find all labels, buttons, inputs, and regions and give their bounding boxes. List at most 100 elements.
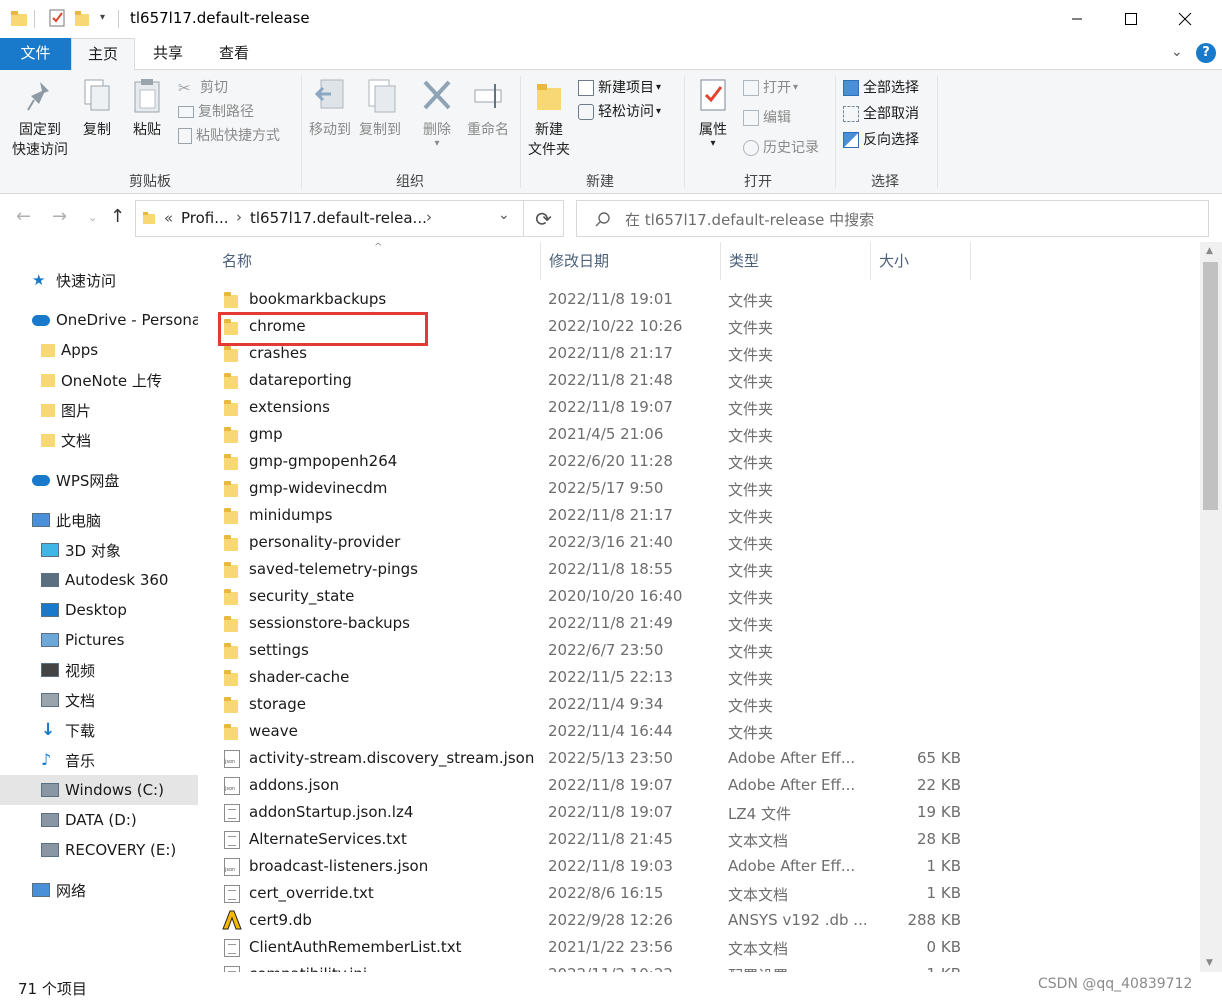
new-folder-button[interactable]: 新建 文件夹: [524, 78, 574, 160]
new-folder-quick-icon[interactable]: [74, 8, 92, 28]
back-arrow-icon[interactable]: ←: [16, 206, 31, 227]
properties-button[interactable]: 属性 ▾: [690, 78, 736, 149]
rename-button[interactable]: 重命名: [462, 78, 514, 140]
breadcrumb-overflow[interactable]: «: [164, 209, 173, 227]
file-row[interactable]: AlternateServices.txt 2022/11/8 21:45 文本文档…: [198, 826, 1200, 853]
breadcrumb-separator-icon[interactable]: ›: [426, 208, 432, 226]
file-row[interactable]: gmp 2021/4/5 21:06 文件夹: [198, 421, 1200, 448]
nav-item[interactable]: OneNote 上传: [0, 365, 198, 395]
file-row[interactable]: datareporting 2022/11/8 21:48 文件夹: [198, 367, 1200, 394]
nav-item[interactable]: ↓ 下载: [0, 715, 198, 745]
select-all-button[interactable]: 全部选择: [843, 76, 935, 100]
easy-access-button[interactable]: 轻松访问 ▾: [578, 100, 688, 124]
paste-button[interactable]: 粘贴: [124, 78, 170, 140]
move-to-button[interactable]: 移动到: [306, 78, 354, 140]
nav-item[interactable]: 此电脑: [0, 505, 198, 535]
file-row[interactable]: minidumps 2022/11/8 21:17 文件夹: [198, 502, 1200, 529]
nav-item[interactable]: 文档: [0, 685, 198, 715]
file-row[interactable]: broadcast-listeners.json 2022/11/8 19:03 A…: [198, 853, 1200, 880]
column-header-size[interactable]: 大小: [871, 242, 971, 280]
nav-item[interactable]: Desktop: [0, 595, 198, 625]
file-row[interactable]: security_state 2020/10/20 16:40 文件夹: [198, 583, 1200, 610]
nav-item[interactable]: 视频: [0, 655, 198, 685]
file-row[interactable]: settings 2022/6/7 23:50 文件夹: [198, 637, 1200, 664]
nav-item[interactable]: ★ 快速访问: [0, 265, 198, 295]
help-icon[interactable]: ?: [1196, 43, 1216, 63]
refresh-button[interactable]: ⟳: [524, 200, 564, 237]
file-row[interactable]: sessionstore-backups 2022/11/8 21:49 文件夹: [198, 610, 1200, 637]
scroll-up-icon[interactable]: ▲: [1206, 246, 1213, 256]
invert-selection-button[interactable]: 反向选择: [843, 128, 935, 152]
tab-home[interactable]: 主页: [71, 38, 135, 71]
file-row[interactable]: shader-cache 2022/11/5 22:13 文件夹: [198, 664, 1200, 691]
folder-icon: [41, 343, 55, 357]
column-header-name[interactable]: 名称: [214, 242, 541, 280]
file-row[interactable]: addons.json 2022/11/8 19:07 Adobe After Ef…: [198, 772, 1200, 799]
file-row[interactable]: extensions 2022/11/8 19:07 文件夹: [198, 394, 1200, 421]
breadcrumb-current[interactable]: tl657l17.default-relea...: [250, 209, 427, 227]
file-row[interactable]: cert9.db 2022/9/28 12:26 ANSYS v192 .db ..…: [198, 907, 1200, 934]
address-bar[interactable]: « Profi... › tl657l17.default-relea... ›…: [135, 200, 524, 237]
history-button[interactable]: 历史记录: [743, 136, 835, 160]
nav-item[interactable]: 网络: [0, 875, 198, 905]
nav-item[interactable]: Autodesk 360: [0, 565, 198, 595]
file-row[interactable]: saved-telemetry-pings 2022/11/8 18:55 文件夹: [198, 556, 1200, 583]
nav-item[interactable]: Pictures: [0, 625, 198, 655]
nav-item[interactable]: 文档: [0, 425, 198, 455]
nav-item[interactable]: 3D 对象: [0, 535, 198, 565]
scrollbar-thumb[interactable]: [1203, 262, 1218, 510]
quick-access-dropdown-icon[interactable]: ▾: [100, 12, 105, 23]
file-row[interactable]: weave 2022/11/4 16:44 文件夹: [198, 718, 1200, 745]
search-box[interactable]: 在 tl657l17.default-release 中搜索: [576, 200, 1209, 237]
paste-shortcut-button[interactable]: 粘贴快捷方式: [178, 124, 298, 148]
collapse-ribbon-icon[interactable]: ⌄: [1171, 44, 1183, 60]
column-header-date[interactable]: 修改日期: [541, 242, 721, 280]
pin-quick-access-button[interactable]: 固定到 快速访问: [6, 78, 74, 160]
edit-button[interactable]: 编辑: [743, 106, 835, 130]
select-none-button[interactable]: 全部取消: [843, 102, 935, 126]
file-row[interactable]: gmp-widevinecdm 2022/5/17 9:50 文件夹: [198, 475, 1200, 502]
file-row[interactable]: ClientAuthRememberList.txt 2021/1/22 23:5…: [198, 934, 1200, 961]
new-item-button[interactable]: 新建项目 ▾: [578, 76, 688, 100]
breadcrumb-profiles[interactable]: Profi...: [181, 209, 229, 227]
file-row[interactable]: gmp-gmpopenh264 2022/6/20 11:28 文件夹: [198, 448, 1200, 475]
nav-item[interactable]: OneDrive - Persona: [0, 305, 198, 335]
tab-share[interactable]: 共享: [136, 38, 200, 70]
file-row[interactable]: bookmarkbackups 2022/11/8 19:01 文件夹: [198, 286, 1200, 313]
file-row[interactable]: personality-provider 2022/3/16 21:40 文件夹: [198, 529, 1200, 556]
nav-item[interactable]: 图片: [0, 395, 198, 425]
copy-button[interactable]: 复制: [76, 78, 118, 140]
address-dropdown-icon[interactable]: ⌄: [498, 207, 510, 223]
scroll-down-icon[interactable]: ▼: [1206, 958, 1213, 968]
delete-dropdown-icon[interactable]: ▾: [414, 139, 460, 149]
cut-button[interactable]: ✂ 剪切: [178, 76, 298, 100]
file-row[interactable]: compatibility.ini 2022/11/2 10:22 配置设置 1 KB: [198, 961, 1200, 972]
properties-quick-icon[interactable]: [48, 8, 66, 28]
nav-item[interactable]: Apps: [0, 335, 198, 365]
recent-locations-icon[interactable]: ⌄: [88, 211, 97, 224]
tab-file[interactable]: 文件: [0, 38, 71, 70]
file-row[interactable]: addonStartup.json.lz4 2022/11/8 19:07 LZ4 …: [198, 799, 1200, 826]
up-arrow-icon[interactable]: ↑: [110, 206, 125, 227]
properties-dropdown-icon[interactable]: ▾: [690, 139, 736, 149]
delete-button[interactable]: 删除 ▾: [414, 78, 460, 149]
file-row[interactable]: storage 2022/11/4 9:34 文件夹: [198, 691, 1200, 718]
file-date: 2021/1/22 23:56: [548, 938, 673, 956]
file-row[interactable]: cert_override.txt 2022/8/6 16:15 文本文档 1 KB: [198, 880, 1200, 907]
nav-item[interactable]: Windows (C:): [0, 775, 198, 805]
open-button[interactable]: 打开 ▾: [743, 76, 835, 100]
file-row[interactable]: activity-stream.discovery_stream.json 202…: [198, 745, 1200, 772]
copy-to-button[interactable]: 复制到: [356, 78, 404, 140]
maximize-button[interactable]: [1108, 0, 1154, 38]
nav-item[interactable]: ♪ 音乐: [0, 745, 198, 775]
forward-arrow-icon[interactable]: →: [52, 206, 67, 227]
nav-item[interactable]: WPS网盘: [0, 465, 198, 495]
column-header-type[interactable]: 类型: [721, 242, 871, 280]
copy-path-button[interactable]: 复制路径: [178, 100, 298, 124]
nav-item[interactable]: RECOVERY (E:): [0, 835, 198, 865]
nav-item[interactable]: DATA (D:): [0, 805, 198, 835]
close-button[interactable]: [1162, 0, 1208, 38]
minimize-button[interactable]: [1054, 0, 1100, 38]
tab-view[interactable]: 查看: [202, 38, 266, 70]
breadcrumb-separator-icon[interactable]: ›: [236, 208, 242, 226]
